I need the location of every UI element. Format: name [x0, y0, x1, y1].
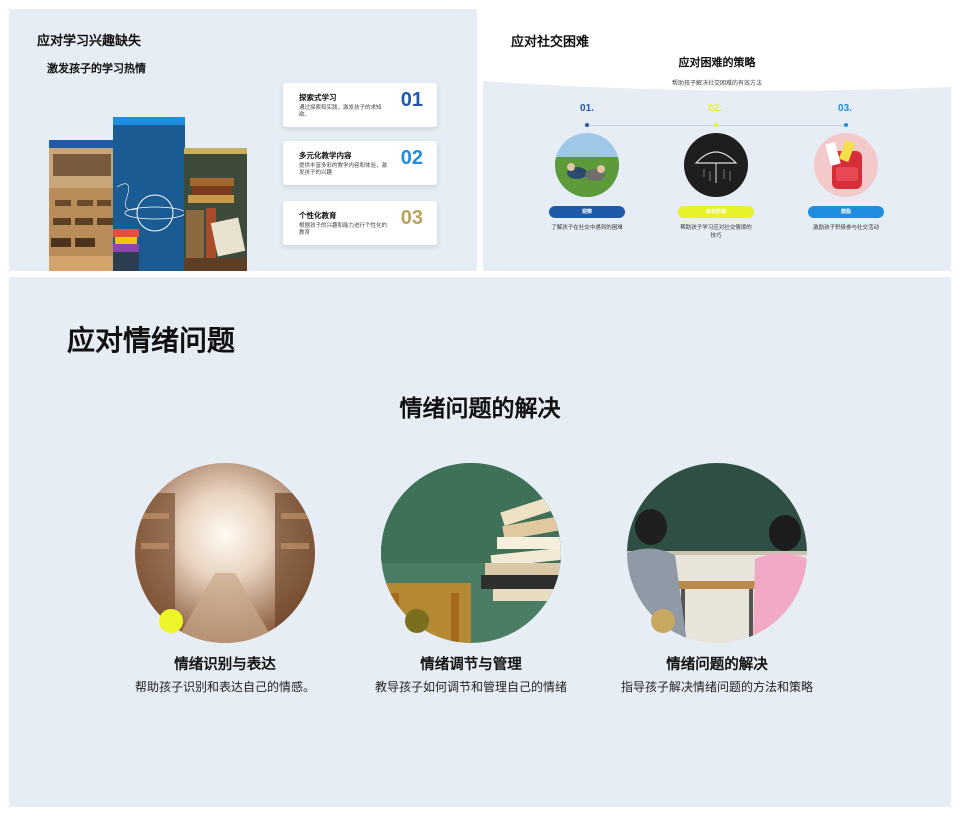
step-text: 了解孩子在社交中遇到的困难	[551, 225, 623, 231]
slide-subtitle: 情绪问题的解决	[399, 395, 561, 421]
slide-social-difficulty[interactable]: 应对社交困难 应对困难的策略 帮助孩子解决社交困难的有效方法 01. 观察 了解…	[483, 9, 951, 271]
slide-title: 应对情绪问题	[67, 325, 236, 356]
slide-emotional-problems[interactable]: 应对情绪问题 情绪问题的解决 情绪识别与表达 帮助孩子识别和表达自己的情感。 情…	[9, 277, 951, 807]
item-title: 情绪识别与表达	[174, 657, 276, 673]
umbrella-chalk-photo	[684, 133, 748, 197]
accent-dot	[405, 609, 429, 633]
step-text: 帮助孩子学习应对社交情境的技巧	[680, 225, 752, 239]
card-exploratory-learning[interactable]: 探索式学习 通过探索和实践，激发孩子的求知欲。 01	[283, 83, 437, 127]
card-title: 探索式学习	[299, 93, 337, 102]
backpack-photo	[814, 133, 878, 197]
accent-dot	[651, 609, 675, 633]
item-desc: 教导孩子如何调节和管理自己的情绪	[374, 680, 567, 694]
item-desc: 指导孩子解决情绪问题的方法和策略	[620, 680, 813, 694]
card-number: 02	[400, 147, 423, 169]
step-number: 01.	[580, 103, 594, 114]
card-title: 多元化教学内容	[299, 151, 352, 160]
step-number: 02.	[708, 103, 722, 114]
card-number: 01	[400, 89, 423, 111]
card-desc: 提供丰富多彩的教学内容和体验，激发孩子的兴趣	[299, 163, 388, 176]
card-desc: 通过探索和实践，激发孩子的求知欲。	[299, 105, 382, 118]
item-title: 情绪调节与管理	[420, 657, 522, 673]
item-desc: 帮助孩子识别和表达自己的情感。	[134, 680, 315, 694]
slide-description: 帮助孩子解决社交困难的有效方法	[671, 81, 762, 87]
books-blackboard-photo	[184, 148, 247, 271]
slide-title: 应对学习兴趣缺失	[37, 33, 142, 48]
slide-learning-interest[interactable]: 应对学习兴趣缺失 激发孩子的学习热情 探索式学习 通过探索和实践，激发孩子的求知…	[9, 9, 477, 271]
step-label-encourage: 鼓励	[808, 206, 884, 218]
slide-title: 应对社交困难	[511, 34, 590, 49]
card-personalized-education[interactable]: 个性化教育 根据孩子的兴趣和能力进行个性化的教育 03	[283, 201, 437, 245]
classroom-photo	[49, 140, 115, 271]
step-text: 激励孩子积极参与社交活动	[812, 225, 879, 231]
step-label-roleplay: 角色扮演	[678, 206, 754, 218]
observe-photo	[555, 133, 619, 197]
step-dot	[585, 123, 589, 127]
card-diverse-content[interactable]: 多元化教学内容 提供丰富多彩的教学内容和体验，激发孩子的兴趣 02	[283, 141, 437, 185]
step-dot	[714, 123, 718, 127]
card-number: 03	[400, 207, 423, 229]
card-title: 个性化教育	[299, 211, 337, 220]
accent-dot	[159, 609, 183, 633]
slide-subtitle: 激发孩子的学习热情	[47, 63, 146, 75]
slide-subtitle: 应对困难的策略	[678, 57, 756, 69]
item-title: 情绪问题的解决	[666, 657, 768, 673]
step-number: 03.	[838, 103, 852, 114]
planet-books-photo	[113, 117, 185, 271]
card-desc: 根据孩子的兴趣和能力进行个性化的教育	[299, 223, 388, 236]
step-label-observe: 观察	[549, 206, 625, 218]
step-dot	[844, 123, 848, 127]
